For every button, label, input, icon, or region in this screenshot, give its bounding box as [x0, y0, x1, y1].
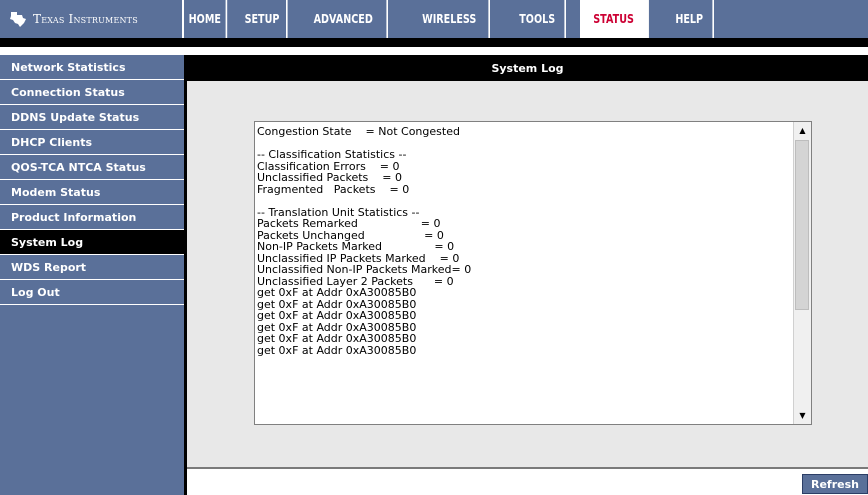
texas-logo-icon — [10, 12, 26, 27]
tab-advanced[interactable]: ADVANCED — [300, 0, 388, 38]
sidebar-item-product-information[interactable]: Product Information — [0, 205, 184, 230]
sidebar-item-modem-status[interactable]: Modem Status — [0, 180, 184, 205]
top-navigation-bar: Texas Instruments HOME SETUP ADVANCED WI… — [0, 0, 868, 38]
sidebar-item-ddns-update-status[interactable]: DDNS Update Status — [0, 105, 184, 130]
tab-setup[interactable]: SETUP — [238, 0, 288, 38]
scroll-thumb[interactable] — [795, 140, 809, 310]
sidebar-item-log-out[interactable]: Log Out — [0, 280, 184, 305]
page-title: System Log — [491, 61, 564, 75]
sidebar-item-connection-status[interactable]: Connection Status — [0, 80, 184, 105]
scroll-down-icon[interactable]: ▼ — [794, 407, 811, 424]
sidebar-header-gap — [0, 47, 184, 55]
sidebar: Network Statistics Connection Status DDN… — [0, 55, 187, 495]
sidebar-item-system-log[interactable]: System Log — [0, 230, 184, 255]
tab-help[interactable]: HELP — [666, 0, 714, 38]
tab-home[interactable]: HOME — [184, 0, 228, 38]
page-title-bar: System Log — [187, 55, 868, 81]
main-content: Congestion State = Not Congested -- Clas… — [187, 81, 868, 467]
sidebar-item-wds-report[interactable]: WDS Report — [0, 255, 184, 280]
refresh-button[interactable]: Refresh — [802, 474, 868, 494]
scroll-up-icon[interactable]: ▲ — [794, 122, 811, 139]
tab-wireless[interactable]: WIRELESS — [410, 0, 490, 38]
sidebar-item-network-statistics[interactable]: Network Statistics — [0, 55, 184, 80]
brand-logo: Texas Instruments — [0, 0, 184, 38]
system-log-textarea[interactable]: Congestion State = Not Congested -- Clas… — [254, 121, 812, 425]
brand-name: Texas Instruments — [33, 12, 138, 26]
tab-status[interactable]: STATUS — [580, 0, 649, 38]
sidebar-item-dhcp-clients[interactable]: DHCP Clients — [0, 130, 184, 155]
system-log-text: Congestion State = Not Congested -- Clas… — [257, 126, 472, 357]
header-divider — [0, 38, 868, 47]
footer-area — [187, 469, 868, 495]
log-scrollbar[interactable]: ▲ ▼ — [793, 122, 811, 424]
sidebar-item-qos-tca-ntca-status[interactable]: QOS-TCA NTCA Status — [0, 155, 184, 180]
tab-tools[interactable]: TOOLS — [510, 0, 566, 38]
